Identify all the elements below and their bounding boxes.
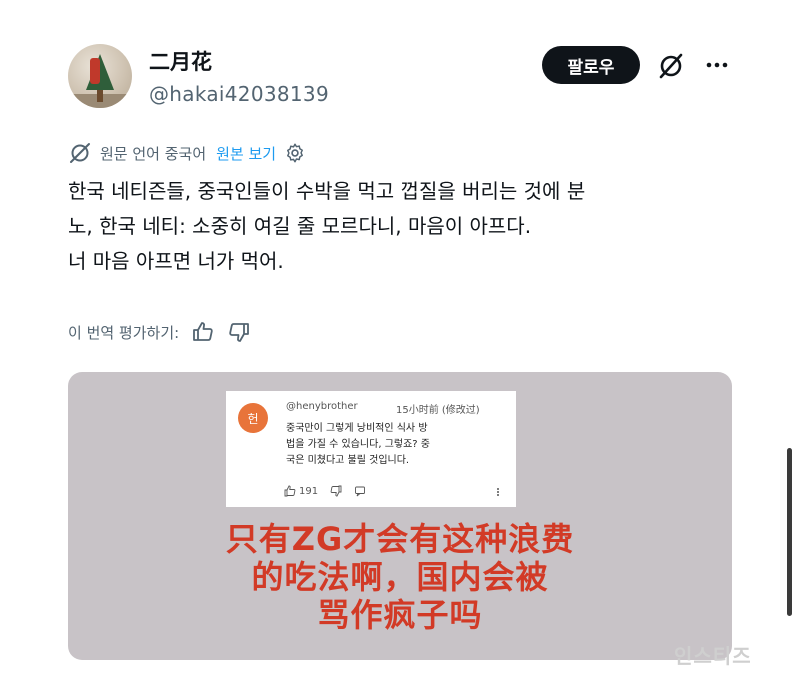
more-dots-icon[interactable] [704, 52, 730, 78]
comment-avatar: 헌 [238, 403, 268, 433]
display-name[interactable]: 二月花 [149, 46, 212, 76]
view-original-link[interactable]: 원본 보기 [216, 143, 276, 164]
scrollbar[interactable] [787, 448, 792, 616]
comment-screenshot: 헌 @henybrother 15小时前 (修改过) 중국만이 그렇게 낭비적인… [226, 391, 516, 507]
comment-like-count: 191 [299, 485, 319, 497]
translate-icon [70, 143, 90, 163]
follow-button[interactable]: 팔로우 [542, 46, 640, 84]
thumbs-up-icon[interactable] [191, 320, 215, 344]
tweet-line: 한국 네티즌들, 중국인들이 수박을 먹고 껍질을 버리는 것에 분 [68, 179, 586, 203]
grok-slash-icon[interactable] [657, 52, 685, 80]
comment-time: 15小时前 (修改过) [396, 405, 480, 416]
comment-dislike-icon [330, 485, 342, 497]
comment-more-icon [497, 488, 499, 496]
comment-body: 중국만이 그렇게 낭비적인 식사 방 법을 가질 수 있습니다, 그렇죠? 중 … [286, 421, 486, 469]
tweet-line: 너 마음 아프면 너가 먹어. [68, 249, 284, 273]
user-handle[interactable]: @hakai42038139 [149, 82, 329, 106]
comment-like-icon [284, 485, 296, 497]
rate-translation-row: 이 번역 평가하기: [68, 318, 251, 346]
gear-icon[interactable] [284, 142, 306, 164]
avatar-figure [90, 58, 100, 84]
comment-footer: 191 [284, 485, 369, 497]
tweet-line: 노, 한국 네티: 소중히 여길 줄 모르다니, 마음이 아프다. [68, 214, 532, 238]
caption-line: 的吃法啊，国内会被 [251, 558, 549, 596]
tweet-text: 한국 네티즌들, 중국인들이 수박을 먹고 껍질을 버리는 것에 분 노, 한국… [68, 174, 708, 279]
comment-reply-icon [355, 486, 366, 497]
comment-line: 국은 미쳤다고 불릴 것입니다. [286, 455, 410, 466]
tweet-media-image[interactable]: 헌 @henybrother 15小时前 (修改过) 중국만이 그렇게 낭비적인… [68, 372, 732, 660]
image-caption: 只有ZG才会有这种浪费 的吃法啊，国内会被 骂作疯子吗 [68, 520, 732, 634]
watermark: 인스티즈 [674, 644, 752, 668]
rate-translation-label: 이 번역 평가하기: [68, 323, 180, 342]
caption-line: 骂作疯子吗 [317, 596, 483, 634]
avatar-trunk [97, 90, 103, 102]
translation-info: 원문 언어 중국어 [100, 144, 207, 163]
thumbs-down-icon[interactable] [227, 320, 251, 344]
comment-line: 법을 가질 수 있습니다, 그렇죠? 중 [286, 439, 430, 450]
avatar[interactable] [68, 44, 132, 108]
comment-username: @henybrother [286, 401, 358, 412]
caption-line: 只有ZG才会有这种浪费 [225, 520, 575, 558]
comment-line: 중국만이 그렇게 낭비적인 식사 방 [286, 423, 428, 434]
translation-row: 원문 언어 중국어 원본 보기 [68, 140, 306, 166]
